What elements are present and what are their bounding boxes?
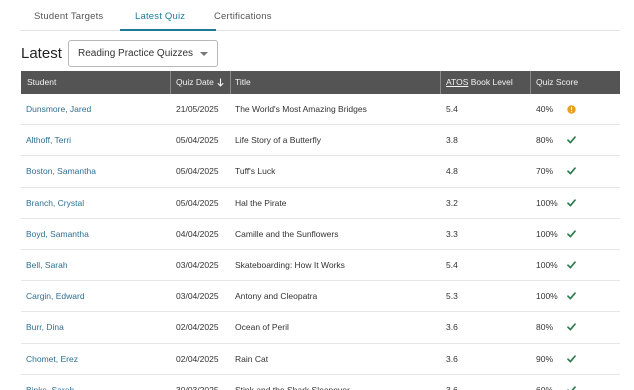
quiz-date: 30/03/2025 — [176, 384, 219, 390]
column-header-student[interactable]: Student — [27, 71, 56, 94]
book-level: 3.2 — [446, 197, 458, 208]
quiz-date: 03/04/2025 — [176, 259, 219, 270]
latest-quiz-table: Student Quiz Date Title ATOS Book Level … — [21, 71, 620, 390]
quiz-type-select[interactable]: Reading Practice Quizzes — [68, 40, 218, 67]
book-level: 3.8 — [446, 135, 458, 146]
column-divider — [230, 71, 231, 94]
sort-descending-icon — [217, 71, 224, 87]
table-row: Boston, Samantha 05/04/2025 Tuff's Luck 4.8… — [21, 156, 620, 188]
student-link[interactable]: Chomet, Erez — [26, 344, 78, 375]
checkmark-icon — [567, 344, 579, 375]
book-level: 3.3 — [446, 228, 458, 239]
checkmark-icon — [567, 312, 579, 343]
quiz-score: 70% — [536, 166, 554, 177]
quiz-title: Antony and Cleopatra — [235, 291, 318, 302]
student-link[interactable]: Boston, Samantha — [26, 156, 96, 187]
quiz-title: Camille and the Sunflowers — [235, 228, 339, 239]
quiz-title: Ocean of Peril — [235, 322, 289, 333]
book-level: 5.4 — [446, 259, 458, 270]
table-row: Althoff, Terri 05/04/2025 Life Story of a … — [21, 125, 620, 157]
warning-icon[interactable] — [567, 94, 579, 125]
active-tab-indicator — [120, 29, 216, 31]
quiz-title: Stink and the Shark Sleepover — [235, 384, 350, 390]
book-level: 3.6 — [446, 384, 458, 390]
book-level-label: Book Level — [470, 77, 513, 87]
checkmark-icon — [567, 125, 579, 156]
atos-abbreviation: ATOS — [446, 77, 469, 87]
table-row: Branch, Crystal 05/04/2025 Hal the Pirate 3… — [21, 188, 620, 219]
quiz-title: Hal the Pirate — [235, 197, 287, 208]
student-link[interactable]: Bell, Sarah — [26, 250, 68, 281]
tab-latest-quiz[interactable]: Latest Quiz — [135, 11, 185, 22]
tab-certifications[interactable]: Certifications — [214, 11, 272, 22]
student-link[interactable]: Branch, Crystal — [26, 188, 84, 219]
quiz-title: Tuff's Luck — [235, 166, 276, 177]
quiz-score: 100% — [536, 291, 558, 302]
quiz-score: 100% — [536, 259, 558, 270]
chevron-down-icon — [200, 52, 208, 56]
checkmark-icon — [567, 375, 579, 390]
table-row: Binks, Sarah 30/03/2025 Stink and the Shar… — [21, 375, 620, 390]
book-level: 5.4 — [446, 104, 458, 114]
quiz-score: 100% — [536, 228, 558, 239]
book-level: 5.3 — [446, 291, 458, 302]
table-row: Burr, Dina 02/04/2025 Ocean of Peril 3.6 80% — [21, 312, 620, 344]
table-row: Dunsmore, Jared 21/05/2025 The World's Mos… — [21, 94, 620, 126]
quiz-date: 21/05/2025 — [176, 104, 219, 114]
column-divider — [530, 71, 531, 94]
tab-student-targets[interactable]: Student Targets — [34, 11, 103, 22]
checkmark-icon — [567, 219, 579, 250]
table-row: Chomet, Erez 02/04/2025 Rain Cat 3.6 90% — [21, 344, 620, 375]
quiz-score: 90% — [536, 353, 554, 364]
quiz-score: 80% — [536, 322, 554, 333]
book-level: 3.6 — [446, 322, 458, 333]
student-link[interactable]: Burr, Dina — [26, 312, 64, 343]
table-row: Boyd, Samantha 04/04/2025 Camille and the … — [21, 219, 620, 250]
table-row: Cargin, Edward 03/04/2025 Antony and Cleop… — [21, 281, 620, 313]
book-level: 4.8 — [446, 166, 458, 177]
table-header: Student Quiz Date Title ATOS Book Level … — [21, 71, 620, 94]
quiz-date: 05/04/2025 — [176, 166, 219, 177]
quiz-score: 80% — [536, 135, 554, 146]
column-header-quiz-date-label: Quiz Date — [176, 77, 214, 87]
checkmark-icon — [567, 188, 579, 219]
quiz-type-select-value: Reading Practice Quizzes — [78, 48, 194, 59]
quiz-date: 05/04/2025 — [176, 197, 219, 208]
table-row: Bell, Sarah 03/04/2025 Skateboarding: How … — [21, 250, 620, 282]
quiz-date: 05/04/2025 — [176, 135, 219, 146]
quiz-title: Life Story of a Butterfly — [235, 135, 321, 146]
quiz-date: 02/04/2025 — [176, 353, 219, 364]
table-body: Dunsmore, Jared 21/05/2025 The World's Mos… — [21, 94, 620, 390]
page-title: Latest — [21, 45, 62, 62]
checkmark-icon — [567, 281, 579, 312]
column-header-quiz-score[interactable]: Quiz Score — [536, 71, 578, 94]
student-link[interactable]: Boyd, Samantha — [26, 219, 89, 250]
quiz-title: Skateboarding: How It Works — [235, 259, 345, 270]
book-level: 3.6 — [446, 353, 458, 364]
column-header-book-level[interactable]: ATOS Book Level — [446, 71, 513, 94]
quiz-title: Rain Cat — [235, 353, 269, 364]
quiz-score: 60% — [536, 384, 554, 390]
student-link[interactable]: Cargin, Edward — [26, 281, 85, 312]
quiz-title: The World's Most Amazing Bridges — [235, 104, 367, 114]
tab-bar: Student Targets Latest Quiz Certificatio… — [20, 0, 620, 31]
quiz-date: 03/04/2025 — [176, 291, 219, 302]
checkmark-icon — [567, 156, 579, 187]
column-divider — [440, 71, 441, 94]
quiz-date: 04/04/2025 — [176, 228, 219, 239]
column-header-quiz-date[interactable]: Quiz Date — [176, 71, 224, 94]
quiz-date: 02/04/2025 — [176, 322, 219, 333]
student-link[interactable]: Binks, Sarah — [26, 375, 74, 390]
quiz-score: 100% — [536, 197, 558, 208]
student-link[interactable]: Dunsmore, Jared — [26, 94, 91, 125]
column-divider — [170, 71, 171, 94]
column-header-title[interactable]: Title — [235, 71, 251, 94]
student-link[interactable]: Althoff, Terri — [26, 125, 71, 156]
quiz-score: 40% — [536, 104, 554, 114]
checkmark-icon — [567, 250, 579, 281]
